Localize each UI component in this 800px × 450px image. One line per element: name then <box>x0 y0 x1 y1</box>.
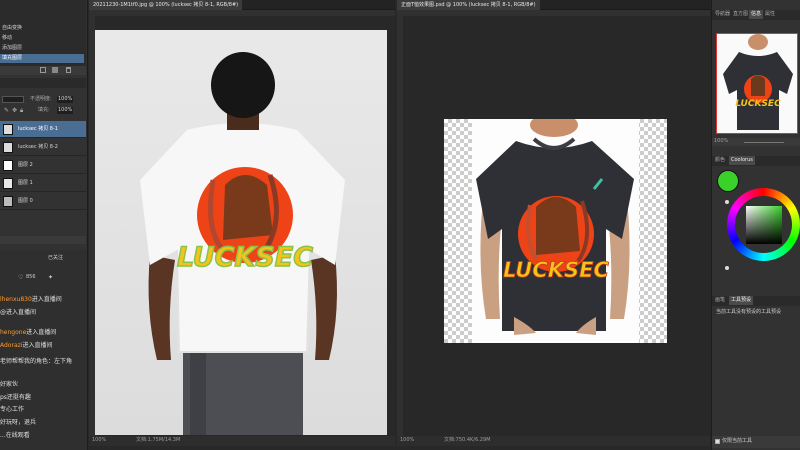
tab-navigator[interactable]: 导航器 <box>713 10 732 19</box>
horizontal-ruler <box>89 10 395 16</box>
layer-thumbnail <box>3 142 13 153</box>
chat-message: Adorazi进入直播间 <box>0 342 53 349</box>
follow-label[interactable]: 已关注 <box>48 255 63 262</box>
fill-label: 填充: <box>38 107 50 113</box>
right-panel-stack: 导航器 直方图 信息 属性 LUCKSEC 100% 颜色 Coolorus 画… <box>711 0 800 450</box>
tab-tool-presets[interactable]: 工具预设 <box>729 296 754 305</box>
tab-color[interactable]: 颜色 <box>713 156 727 165</box>
color-tabs: 颜色 Coolorus <box>712 156 800 166</box>
new-snapshot-icon[interactable] <box>40 67 46 73</box>
photo-front-tshirt: LUCKSEC <box>476 119 634 335</box>
chat-message: lhenxu830进入直播间 <box>0 296 62 303</box>
layer-row-selected[interactable]: lucksec 拷贝 8-1 <box>0 121 86 138</box>
trash-icon[interactable] <box>66 67 71 73</box>
chat-message: 老师帮帮我的角色：左下角 <box>0 358 73 365</box>
gift-icon[interactable]: ✦ <box>48 274 53 281</box>
navigator-thumbnail[interactable]: LUCKSEC <box>716 33 798 134</box>
navigator-zoom[interactable]: 100% <box>714 137 728 146</box>
photo-back-tshirt: LUCKSEC <box>140 52 345 435</box>
tab-coolorus[interactable]: Coolorus <box>729 156 755 165</box>
layer-row[interactable]: lucksec 拷贝 8-2 <box>0 139 86 156</box>
chat-message: hengone进入直播间 <box>0 329 57 336</box>
tool-presets-empty-message: 当前工具没有预设的工具预设 <box>716 309 782 315</box>
thumbnail-image: LUCKSEC <box>723 34 793 130</box>
history-item-selected[interactable]: 填充图层 <box>0 54 84 63</box>
layer-name: lucksec 拷贝 8-1 <box>18 126 58 132</box>
left-panel-stack: 自由变换 移动 添加图层 填充图层 不透明度: 100% ✎ ✥ 🔒︎ 填充: … <box>0 0 88 450</box>
live-chat-panel: 已关注 ♡ 856 ✦ lhenxu830进入直播间 @进入直播间 hengon… <box>0 250 87 450</box>
tab-brush[interactable]: 画笔 <box>713 296 727 305</box>
layer-name: 图层 0 <box>18 198 33 204</box>
layer-row[interactable]: 图层 1 <box>0 175 86 192</box>
layer-row[interactable]: 图层 0 <box>0 193 86 210</box>
chat-message: ps还挺有趣 <box>0 394 31 401</box>
tab-bar: 20211230-1M1tf0.jpg @ 100% (lucksec 拷贝 8… <box>89 0 395 10</box>
saturation-value-square[interactable] <box>746 206 782 244</box>
layers-tabs <box>0 78 86 88</box>
tab-properties[interactable]: 属性 <box>763 10 777 19</box>
chat-message: 专心工作 <box>0 406 25 413</box>
zoom-level[interactable]: 100% <box>92 436 106 445</box>
presets-footer: 仅限当前工具 <box>712 436 800 448</box>
shirt-logo-left: LUCKSEC <box>177 242 313 273</box>
lock-position-icon[interactable]: ✥ <box>12 108 17 114</box>
history-item[interactable]: 移动 <box>0 34 84 43</box>
document-window-left: 20211230-1M1tf0.jpg @ 100% (lucksec 拷贝 8… <box>89 0 395 450</box>
layer-thumbnail <box>3 196 13 207</box>
lock-all-icon[interactable]: 🔒︎ <box>20 108 23 114</box>
tab-bar: 正面T恤效果图.psd @ 100% (lucksec 拷贝 8-1, RGB/… <box>397 0 710 10</box>
chat-message: ...在线观看 <box>0 432 30 439</box>
layer-name: 图层 1 <box>18 180 33 186</box>
fill-input[interactable]: 100% <box>57 107 74 114</box>
layers-footer <box>0 236 86 244</box>
heart-icon: ♡ <box>18 274 24 281</box>
layer-thumbnail <box>3 124 13 135</box>
current-tool-only-label: 仅限当前工具 <box>722 438 753 444</box>
chat-message: @进入直播间 <box>0 309 37 316</box>
navigator-tabs: 导航器 直方图 信息 属性 <box>712 10 800 20</box>
tab-info[interactable]: 信息 <box>749 10 764 19</box>
swap-colors-icon[interactable] <box>725 266 729 270</box>
lock-fill-row: ✎ ✥ 🔒︎ 填充: 100% <box>0 106 86 116</box>
navigator-zoom-bar: 100% <box>712 138 800 146</box>
document-tab[interactable]: 正面T恤效果图.psd @ 100% (lucksec 拷贝 8-1, RGB/… <box>397 0 540 10</box>
zoom-slider[interactable] <box>744 142 784 143</box>
history-footer <box>0 66 86 75</box>
tab-histogram[interactable]: 直方图 <box>731 10 750 19</box>
presets-tabs: 画笔 工具预设 <box>712 296 800 306</box>
document-window-right: 正面T恤效果图.psd @ 100% (lucksec 拷贝 8-1, RGB/… <box>397 0 710 450</box>
canvas[interactable]: LUCKSEC <box>95 30 387 435</box>
document-tab[interactable]: 20211230-1M1tf0.jpg @ 100% (lucksec 拷贝 8… <box>89 0 243 10</box>
canvas[interactable]: LUCKSEC <box>444 119 667 343</box>
camera-icon[interactable] <box>52 67 58 73</box>
layer-thumbnail <box>3 160 13 171</box>
shirt-logo-right: LUCKSEC <box>503 258 609 282</box>
thumbnail-logo: LUCKSEC <box>735 99 781 109</box>
history-item[interactable]: 自由变换 <box>0 24 84 33</box>
document-size: 文档:750.4K/6.29M <box>444 437 491 443</box>
document-size: 文档:1.75M/14.3M <box>136 437 181 443</box>
viewer-count: 856 <box>26 274 36 280</box>
layer-row[interactable]: 图层 2 <box>0 157 86 174</box>
current-tool-only-checkbox[interactable] <box>715 439 720 444</box>
blend-mode-select[interactable] <box>2 96 24 103</box>
opacity-input[interactable]: 100% <box>57 96 74 103</box>
zoom-level[interactable]: 100% <box>400 436 414 445</box>
chat-message: 好玩呀，退兵 <box>0 419 37 426</box>
history-panel: 自由变换 移动 添加图层 填充图层 <box>0 0 86 66</box>
chat-message: 好家伙 <box>0 381 19 388</box>
status-bar: 100% 文档:750.4K/6.29M <box>397 436 710 446</box>
status-bar: 100% 文档:1.75M/14.3M <box>89 436 395 446</box>
layer-thumbnail <box>3 178 13 189</box>
blend-opacity-row: 不透明度: 100% <box>0 95 86 105</box>
color-mode-icon[interactable] <box>725 200 729 204</box>
color-wheel[interactable] <box>724 186 800 266</box>
history-item[interactable]: 添加图层 <box>0 44 84 53</box>
opacity-label: 不透明度: <box>30 96 52 102</box>
lock-pixels-icon[interactable]: ✎ <box>4 108 9 114</box>
layer-name: 图层 2 <box>18 162 33 168</box>
layer-name: lucksec 拷贝 8-2 <box>18 144 58 150</box>
